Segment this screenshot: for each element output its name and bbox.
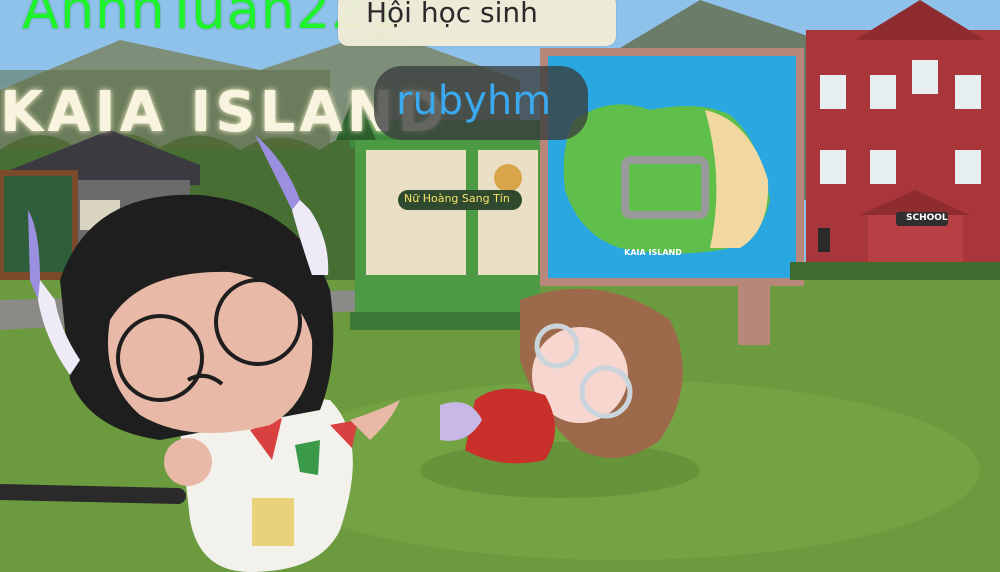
school-window [820, 75, 846, 109]
sleeping-character-skirt [465, 388, 555, 464]
hedge [790, 262, 1000, 280]
character-shadow [420, 442, 700, 498]
school-sign-text: SCHOOL [906, 213, 948, 223]
school-window [912, 60, 938, 94]
school-window [820, 150, 846, 184]
school-window [870, 150, 896, 184]
traffic-light [818, 228, 830, 252]
billboard-post [738, 280, 770, 345]
other-player-name: rubyhm [396, 78, 552, 124]
kiosk-sign: Nữ Hoàng Sang Tín [398, 190, 522, 210]
selfie-stick-hand [164, 438, 212, 486]
map-billboard-label: KAIA ISLAND [624, 248, 682, 257]
kiosk-sign-text: Nữ Hoàng Sang Tín [404, 192, 510, 205]
foreground-character-face [108, 271, 313, 433]
other-player-name-tag: rubyhm [374, 66, 588, 140]
kiosk-logo [494, 164, 522, 192]
body-patch-yellow [252, 498, 294, 546]
school-window [955, 150, 981, 184]
school-window [870, 75, 896, 109]
kiosk-window-left [366, 150, 466, 275]
school-sign: SCHOOL [896, 212, 948, 226]
group-tag: Hội học sinh [338, 0, 616, 46]
group-tag-label: Hội học sinh [366, 0, 538, 29]
school-window [955, 75, 981, 109]
selfie-stick [0, 484, 186, 504]
